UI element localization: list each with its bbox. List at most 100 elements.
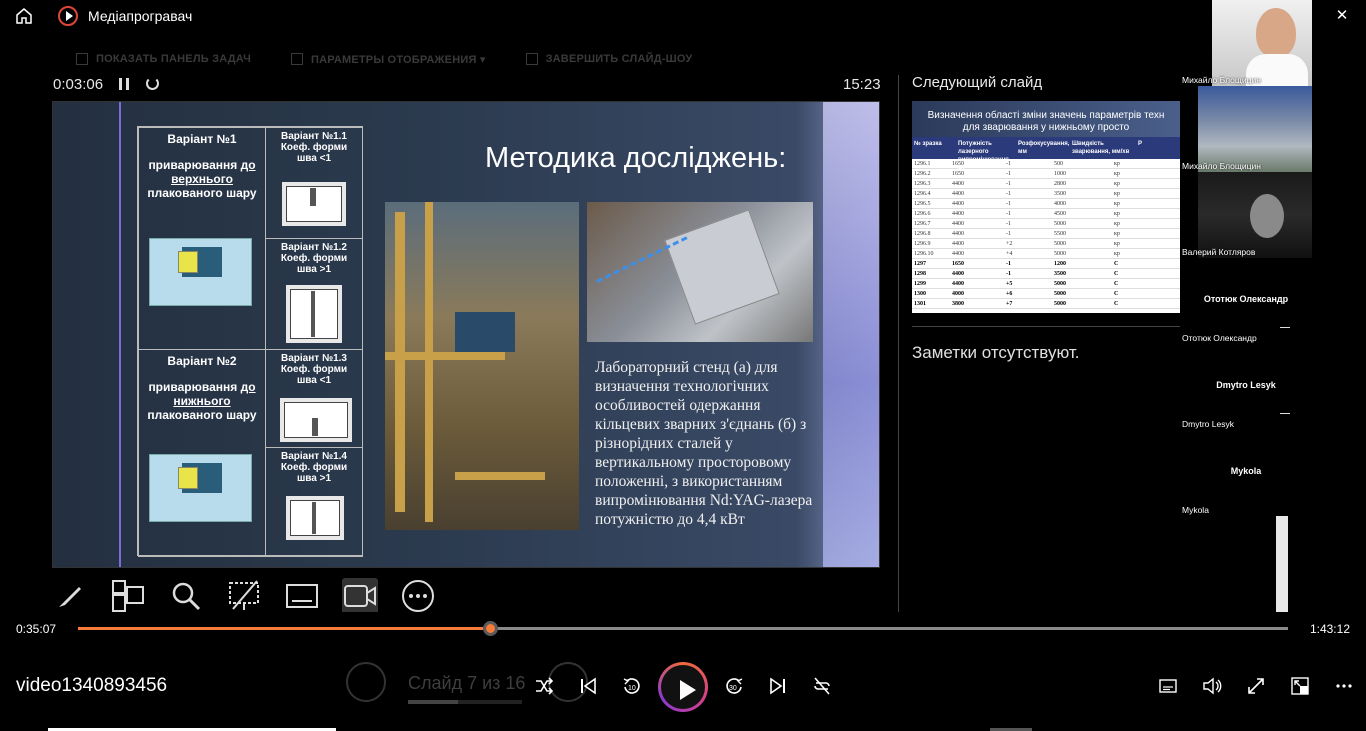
table-cell: С [1114,260,1119,267]
table-cell: 500 [1054,160,1063,167]
slide-caption: Лабораторний стенд (а) для визначення те… [595,359,813,528]
taskbar-icon [76,53,88,65]
repeat-off-icon[interactable] [810,674,834,698]
ghost-slide-counter: Слайд 7 из 16 [408,673,526,693]
table-cell: 4400 [952,190,964,197]
ghost-presenter-toolbar: ПОКАЗАТЬ ПАНЕЛЬ ЗАДАЧ ПАРАМЕТРЫ ОТОБРАЖЕ… [76,50,692,68]
table-cell: 1000 [1054,170,1066,177]
table-cell: 3500 [1054,270,1066,277]
table-row: 1297 1650 -1 1200 С [912,259,1180,269]
forward-30-icon[interactable]: 30 [722,674,746,698]
restart-timer-icon[interactable] [146,77,159,90]
participant-tile[interactable]: Mykola Mykola [1180,430,1312,516]
table-cell: кр [1114,180,1120,187]
participant-tile[interactable]: Михайло Блощицин [1182,86,1312,172]
table-row: 1296.6 4400 -1 4500 кр [912,209,1180,219]
table-cell: кр [1114,230,1120,237]
title-bar: Медіапрогравач ❐ ✕ [0,0,1366,32]
participant-name: Валерий Котляров [1182,247,1256,257]
variant-1-4-cell: Варіант №1.4 Коеф. форми шва >1 [265,447,363,557]
table-cell: 5000 [1054,240,1066,247]
home-icon[interactable] [14,6,34,26]
volume-icon[interactable] [1200,674,1224,698]
table-row: 1296.2 1650 -1 1000 кр [912,169,1180,179]
table-cell: 5000 [1054,220,1066,227]
slides-grid-icon[interactable] [110,578,146,614]
play-button[interactable] [658,662,708,712]
table-cell: 5000 [1054,300,1066,307]
table-cell: 1299 [914,280,926,287]
previous-icon[interactable] [576,674,600,698]
participant-tile[interactable]: Валерий Котляров [1182,172,1312,258]
seek-bar-row: 0:35:07 1:43:12 [0,612,1366,644]
next-icon[interactable] [766,674,790,698]
close-icon[interactable]: ✕ [1332,6,1352,26]
participant-name: Dmytro Lesyk [1182,419,1234,429]
table-cell: 2800 [1054,180,1066,187]
next-slide-preview[interactable]: Визначення області зміни значень парамет… [912,101,1180,313]
table-cell: -1 [1006,170,1011,177]
table-row: 1296.1 1650 -1 500 кр [912,159,1180,169]
table-cell: кр [1114,200,1120,207]
table-cell: 1296.9 [914,240,931,247]
participant-tile[interactable]: Ототюк Олександр Ототюк Олександр [1180,258,1312,344]
seek-bar[interactable] [78,621,1288,636]
table-cell: С [1114,280,1119,287]
participant-tile[interactable]: Михайло Блощицин [1182,0,1312,86]
table-row: 1296.5 4400 -1 4000 кр [912,199,1180,209]
pen-icon[interactable] [52,578,88,614]
pane-divider[interactable] [898,75,899,612]
variant-1-3-line2: Коеф. форми [280,364,348,375]
table-cell: 4400 [952,220,964,227]
subtitles-icon[interactable] [284,578,320,614]
variant-1-2-line2: Коеф. форми [280,253,348,264]
app-title: Медіапрогравач [88,8,193,24]
table-row: 1296.10 4400 +4 5000 кр [912,249,1180,259]
variant-table: Варіант №1 приварювання до верхнього пла… [137,126,363,557]
more-options-icon[interactable] [400,578,436,614]
ghost-prev-slide-icon[interactable] [346,662,386,702]
table-cell: 4400 [952,210,964,217]
variant-1-2-cell: Варіант №1.2 Коеф. форми шва >1 [265,238,363,350]
seek-thumb[interactable] [483,621,498,636]
camera-icon[interactable] [342,578,378,614]
table-row: 1296.8 4400 -1 5500 кр [912,229,1180,239]
table-cell: 1297 [914,260,926,267]
table-cell: кр [1114,220,1120,227]
hide-slide-icon[interactable] [226,578,262,614]
presentation-timer: 0:03:06 [53,76,104,93]
rewind-10-icon[interactable]: 10 [620,674,644,698]
variant-1-3-cell: Варіант №1.3 Коеф. форми шва <1 [265,349,363,448]
shuffle-icon[interactable] [532,674,556,698]
miniplayer-icon[interactable] [1288,674,1312,698]
table-cell: 4000 [1054,200,1066,207]
captions-icon[interactable] [1156,674,1180,698]
table-cell: 4000 [952,290,964,297]
zoom-icon[interactable] [168,578,204,614]
more-icon[interactable] [1332,674,1356,698]
show-taskbar-item[interactable]: ПОКАЗАТЬ ПАНЕЛЬ ЗАДАЧ [76,50,251,68]
table-cell: -1 [1006,210,1011,217]
participant-center-name: Mykola [1230,466,1262,476]
table-cell: +6 [1006,290,1013,297]
pause-timer-icon[interactable] [119,78,129,90]
table-cell: 1296.6 [914,210,931,217]
variant-1-2-title: Варіант №1.2 [281,242,347,253]
variant-1-3-line3: шва <1 [296,375,332,386]
weld-joint-photo [587,202,813,342]
slide-accent-line [119,102,121,567]
table-cell: 1296.2 [914,170,931,177]
table-cell: кр [1114,190,1120,197]
next-slide-label: Следующий слайд [912,74,1043,91]
table-cell: 4500 [1054,210,1066,217]
fullscreen-icon[interactable] [1244,674,1268,698]
participant-center-name: Dmytro Lesyk [1216,380,1276,390]
end-slideshow-item[interactable]: ЗАВЕРШИТЬ СЛАЙД-ШОУ [525,50,693,68]
table-cell: -1 [1006,160,1011,167]
current-slide[interactable]: Варіант №1 приварювання до верхнього пла… [52,101,880,568]
table-cell: 4400 [952,280,964,287]
participant-tile[interactable]: Dmytro Lesyk Dmytro Lesyk [1180,344,1312,430]
display-settings-item[interactable]: ПАРАМЕТРЫ ОТОБРАЖЕНИЯ ▾ [291,50,486,68]
table-cell: кр [1114,250,1120,257]
table-row: 1296.4 4400 -1 3500 кр [912,189,1180,199]
